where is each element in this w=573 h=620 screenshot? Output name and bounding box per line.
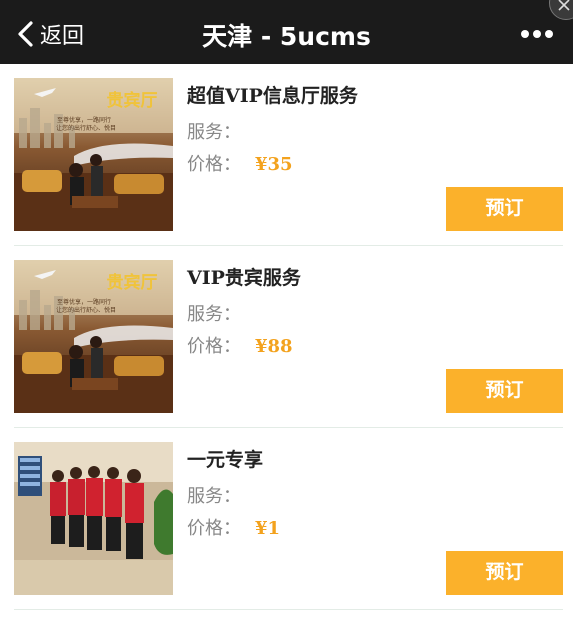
price-row: 价格： ¥1 xyxy=(187,514,280,540)
service-list: 贵宾厅 至尊优享，一路同行 让您的出行舒心、悦目 超值VIP信息厅服务 服务： … xyxy=(0,64,573,610)
close-icon xyxy=(558,0,570,11)
svg-text:让您的出行舒心、悦目: 让您的出行舒心、悦目 xyxy=(56,124,116,132)
price-label: 价格： xyxy=(187,154,241,175)
service-thumbnail[interactable]: 贵宾厅 至尊优享，一路同行 让您的出行舒心、悦目 xyxy=(14,260,173,413)
book-button[interactable]: 预订 xyxy=(446,187,563,231)
service-name: VIP贵宾服务 xyxy=(187,267,301,289)
more-icon[interactable] xyxy=(521,30,553,38)
list-item[interactable]: 贵宾厅 至尊优享，一路同行 让您的出行舒心、悦目 超值VIP信息厅服务 服务： … xyxy=(0,64,573,246)
thumb-sign: 贵宾厅 xyxy=(107,90,158,111)
list-item[interactable]: 一元专享 服务： 价格： ¥1 预订 xyxy=(0,428,573,610)
svg-text:让您的出行舒心、悦目: 让您的出行舒心、悦目 xyxy=(56,306,116,314)
close-button[interactable] xyxy=(549,0,573,20)
divider xyxy=(14,609,563,610)
service-thumbnail[interactable]: 贵宾厅 至尊优享，一路同行 让您的出行舒心、悦目 xyxy=(14,78,173,231)
price-value: ¥1 xyxy=(255,518,281,539)
service-label: 服务： xyxy=(187,486,241,507)
vip-lounge-image: 贵宾厅 至尊优享，一路同行 让您的出行舒心、悦目 xyxy=(14,260,173,413)
back-label: 返回 xyxy=(40,24,85,49)
staff-photo-image xyxy=(14,442,173,595)
vip-lounge-image: 贵宾厅 至尊优享，一路同行 让您的出行舒心、悦目 xyxy=(14,78,173,231)
page-title: 天津 - 5ucms xyxy=(202,22,371,51)
book-button[interactable]: 预订 xyxy=(446,369,563,413)
price-label: 价格： xyxy=(187,518,241,539)
service-label: 服务： xyxy=(187,122,241,143)
svg-text:至尊优享，一路同行: 至尊优享，一路同行 xyxy=(57,298,111,306)
service-thumbnail[interactable] xyxy=(14,442,173,595)
price-value: ¥88 xyxy=(255,336,293,357)
price-value: ¥35 xyxy=(255,154,293,175)
price-row: 价格： ¥35 xyxy=(187,150,293,176)
price-label: 价格： xyxy=(187,336,241,357)
service-name: 超值VIP信息厅服务 xyxy=(187,85,358,107)
book-button[interactable]: 预订 xyxy=(446,551,563,595)
chevron-left-icon xyxy=(18,21,33,47)
list-item[interactable]: 贵宾厅 至尊优享，一路同行 让您的出行舒心、悦目 VIP贵宾服务 服务： 价格：… xyxy=(0,246,573,428)
service-label: 服务： xyxy=(187,304,241,325)
price-row: 价格： ¥88 xyxy=(187,332,293,358)
top-bar: 返回 天津 - 5ucms xyxy=(0,0,573,64)
back-button[interactable]: 返回 xyxy=(16,18,84,50)
svg-text:至尊优享，一路同行: 至尊优享，一路同行 xyxy=(57,116,111,124)
service-name: 一元专享 xyxy=(187,449,264,471)
thumb-sign: 贵宾厅 xyxy=(107,272,158,293)
